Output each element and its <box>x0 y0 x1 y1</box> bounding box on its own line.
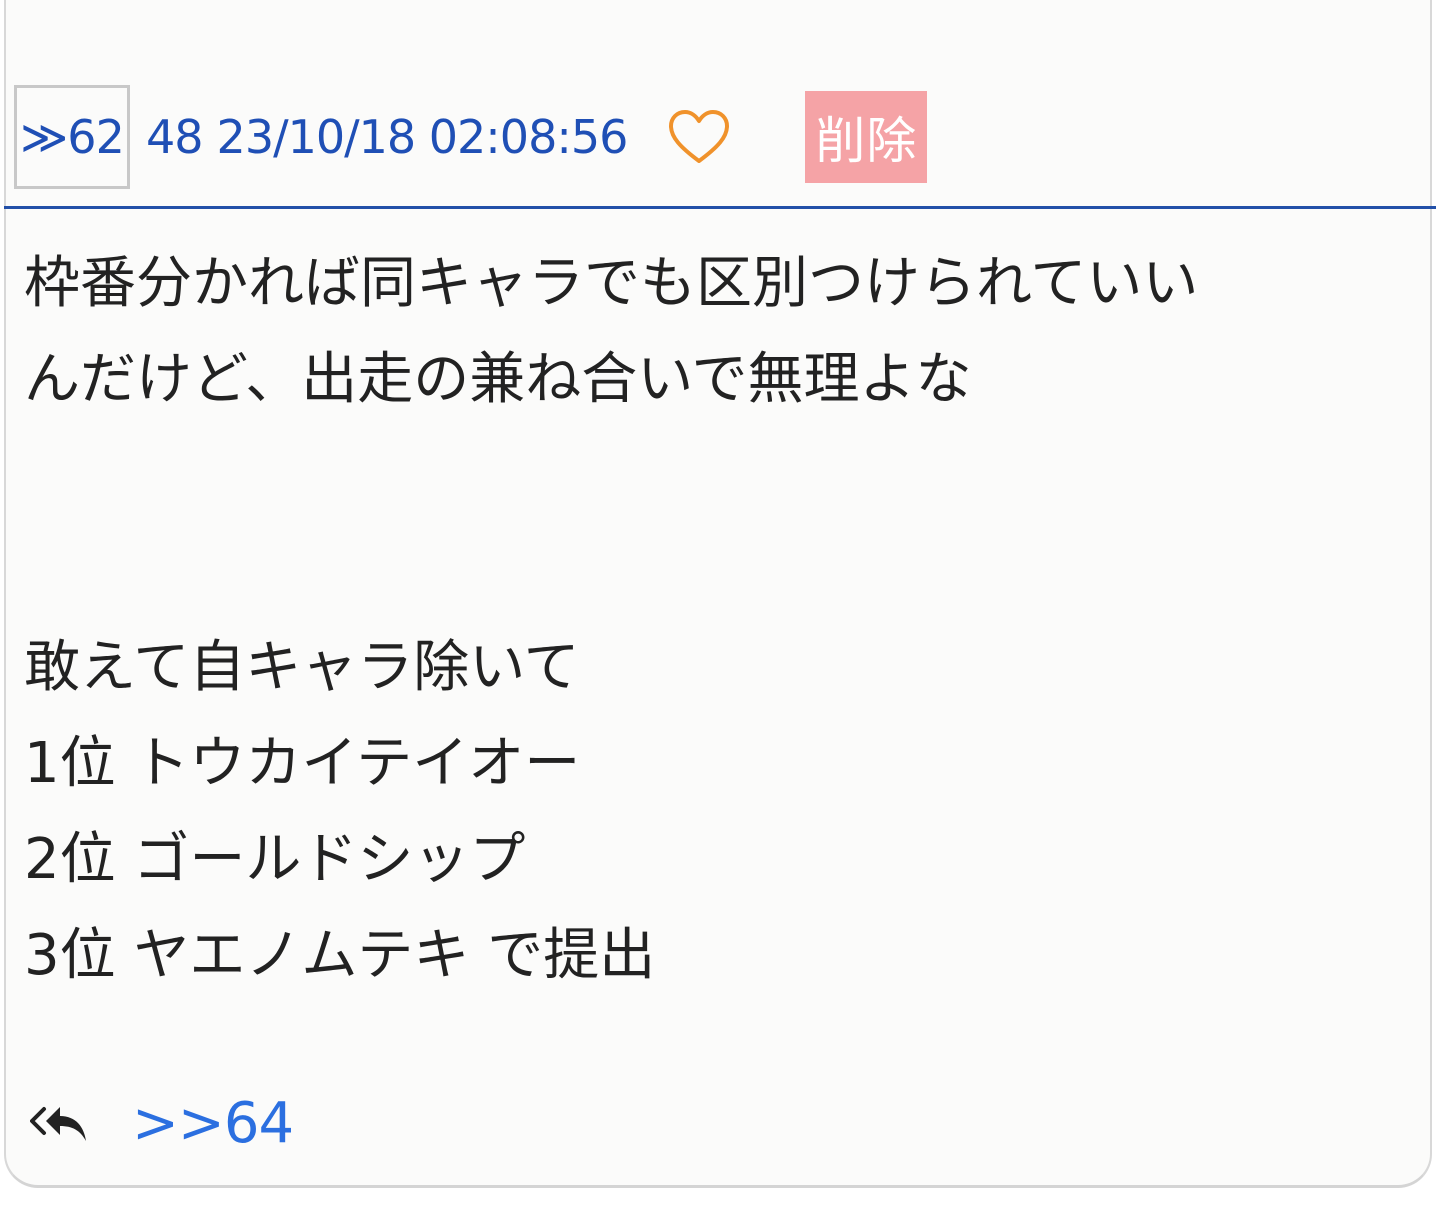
reply-all-icon <box>30 1107 86 1141</box>
anchor-link[interactable]: ≫62 <box>14 85 130 189</box>
body-line <box>24 524 1414 620</box>
heart-icon <box>669 110 730 163</box>
delete-button[interactable]: 削除 <box>805 91 928 183</box>
body-line <box>24 428 1414 524</box>
header-divider <box>4 206 1436 209</box>
like-button[interactable] <box>667 108 731 166</box>
body-line: んだけど、出走の兼ね合いで無理よな <box>24 347 972 412</box>
post-timestamp: 23/10/18 02:08:56 <box>216 110 629 164</box>
post-footer: >>64 <box>30 1088 294 1158</box>
post-number[interactable]: 48 <box>146 110 204 164</box>
reply-link[interactable]: >>64 <box>132 1091 294 1156</box>
body-line: 1位 トウカイテイオー <box>24 731 581 796</box>
reply-button[interactable] <box>30 1101 90 1145</box>
post-meta: 48 23/10/18 02:08:56 <box>146 110 629 164</box>
post-body: 枠番分かれば同キャラでも区別つけられていい んだけど、出走の兼ね合いで無理よな … <box>24 236 1414 1004</box>
post-header: ≫62 48 23/10/18 02:08:56 削除 <box>14 82 928 192</box>
body-line: 3位 ヤエノムテキ で提出 <box>24 923 656 988</box>
body-line: 2位 ゴールドシップ <box>24 827 526 892</box>
body-line: 枠番分かれば同キャラでも区別つけられていい <box>24 251 1199 316</box>
body-line: 敢えて自キャラ除いて <box>24 635 580 700</box>
